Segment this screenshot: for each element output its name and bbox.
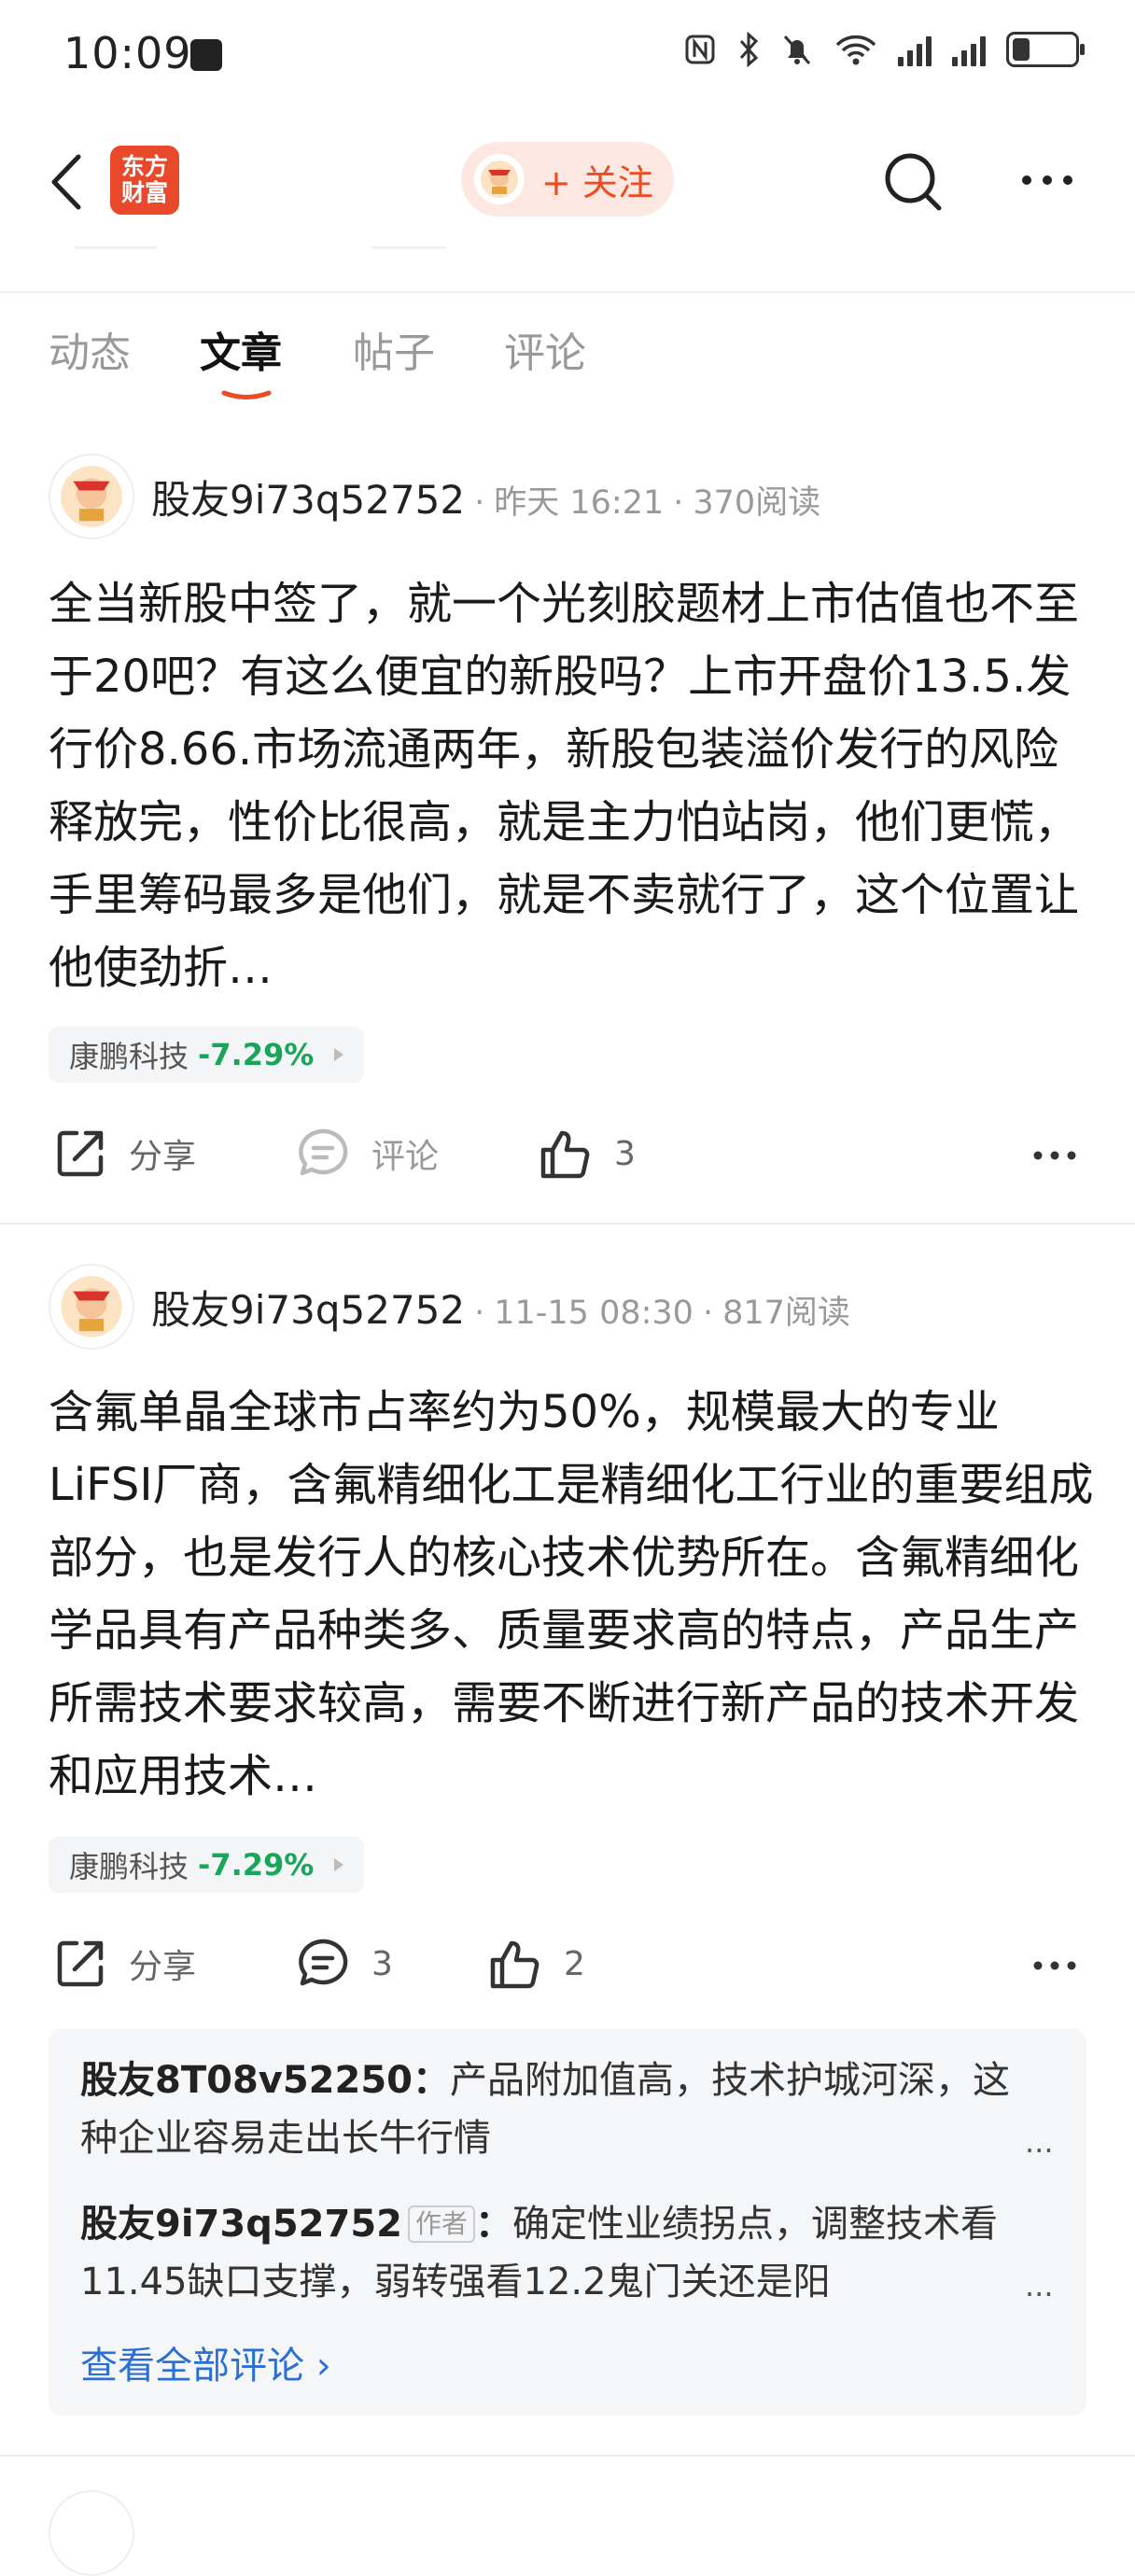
like-button[interactable]: 3 [538,1126,636,1182]
user-avatar [474,154,525,204]
header-divider [0,291,1135,293]
logo-text-top: 东方 [120,153,168,180]
battery-icon [1006,32,1085,67]
like-icon [540,1130,590,1179]
commenter-name: 股友8T08v52250 [80,2059,413,2102]
signal-1-icon [898,33,932,66]
comment-count: 3 [371,1944,393,1983]
meta-separator: · [474,484,485,522]
search-icon[interactable] [881,149,946,215]
read-count: 370阅读 [693,484,821,522]
tab-articles[interactable]: 文章 [200,319,282,379]
status-time: 10:09 [63,28,192,78]
author-badge: 作者 [408,2205,476,2243]
follow-button[interactable]: + 关注 [461,142,674,217]
comment-button[interactable]: 3 [295,1936,393,1992]
tab-comments[interactable]: 评论 [504,319,586,379]
share-label: 分享 [129,1948,197,1986]
tab-bar: 动态 文章 帖子 评论 [0,319,1135,403]
back-icon[interactable] [45,149,91,215]
share-icon [57,1940,104,1987]
like-count: 2 [564,1944,585,1983]
comment-button[interactable]: 评论 [295,1126,439,1182]
post-header: 股友9i73q52752 · 11-15 08:30 · 817阅读 [151,1279,850,1336]
comment-icon [299,1128,348,1176]
comment-more-icon[interactable]: ... [1025,2268,1054,2303]
view-all-comments-link[interactable]: 查看全部评论 › [80,2335,331,2389]
stock-name: 康鹏科技 [69,1039,189,1074]
stock-name: 康鹏科技 [69,1849,189,1884]
nfc-icon [685,35,715,64]
caret-right-icon [334,1048,344,1061]
author-name[interactable]: 股友9i73q52752 [151,1279,465,1336]
post-body[interactable]: 全当新股中签了，就一个光刻胶题材上市估值也不至于20吧？有这么便宜的新股吗？上市… [49,567,1094,1004]
scroll-remnant [371,246,446,249]
comment-label: 评论 [371,1138,440,1176]
post-divider [0,2455,1135,2457]
comments-preview: 股友8T08v52250：产品附加值高，技术护城河深，这种企业容易走出长牛行情 … [49,2029,1086,2415]
bluetooth-icon [739,32,759,67]
wifi-icon [835,35,876,65]
comment-item[interactable]: 股友9i73q52752 作者 ：确定性业绩拐点，调整技术看11.45缺口支撑，弱转… [80,2195,1014,2311]
logo-text-bottom: 财富 [120,179,168,206]
like-count: 3 [614,1134,636,1173]
scroll-remnant [75,246,157,249]
follow-label: + 关注 [541,161,653,203]
comment-separator: ： [475,2203,513,2246]
comment-icon [299,1939,348,1986]
tab-posts[interactable]: 帖子 [353,319,435,379]
like-icon [490,1940,539,1989]
post-time: 11-15 08:30 [494,1295,694,1332]
tab-activity[interactable]: 动态 [49,319,131,379]
stock-tag[interactable]: 康鹏科技 -7.29% [49,1837,365,1893]
comment-separator: ： [413,2059,451,2102]
signal-2-icon [952,33,986,66]
author-avatar[interactable] [49,454,134,539]
post-header: 股友9i73q52752 · 昨天 16:21 · 370阅读 [151,469,820,525]
post-divider [0,1223,1135,1225]
status-icons [683,32,1085,67]
author-avatar[interactable] [49,2490,134,2576]
stock-change: -7.29% [198,1847,315,1883]
mute-icon [783,35,811,65]
meta-separator: · [673,484,684,522]
share-button[interactable]: 分享 [52,1126,196,1182]
caret-right-icon [334,1858,344,1871]
post-body[interactable]: 含氟单晶全球市占率约为50%，规模最大的专业LiFSI厂商，含氟精细化工是精细化… [49,1376,1094,1813]
post-time: 昨天 16:21 [494,484,665,522]
like-button[interactable]: 2 [487,1936,585,1992]
meta-separator: · [702,1295,714,1332]
share-button[interactable]: 分享 [52,1936,196,1992]
share-label: 分享 [129,1138,197,1176]
author-name[interactable]: 股友9i73q52752 [151,469,465,525]
comment-item[interactable]: 股友8T08v52250：产品附加值高，技术护城河深，这种企业容易走出长牛行情 [80,2051,1014,2167]
meta-separator: · [474,1295,485,1332]
author-avatar[interactable] [49,1264,134,1350]
commenter-name: 股友9i73q52752 [80,2203,402,2246]
post-more-icon[interactable] [1030,1936,1079,1987]
share-icon [57,1130,104,1177]
read-count: 817阅读 [722,1295,850,1332]
active-tab-indicator [221,390,272,399]
app-logo: 东方 财富 [110,146,179,215]
more-icon[interactable] [1017,157,1077,203]
comment-more-icon[interactable]: ... [1025,2124,1054,2160]
stock-change: -7.29% [198,1037,315,1072]
post-more-icon[interactable] [1030,1126,1079,1177]
stock-tag[interactable]: 康鹏科技 -7.29% [49,1027,365,1083]
screenshot-indicator-icon [190,39,222,71]
